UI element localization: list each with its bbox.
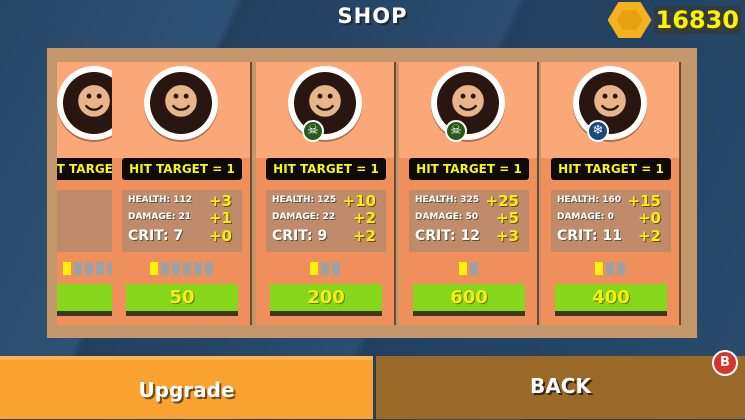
frost-snowflake-icon: ❄	[587, 120, 609, 142]
level-pips	[112, 262, 250, 275]
stat-label: CRIT: 11	[557, 228, 623, 244]
level-pip	[73, 262, 82, 275]
stat-label: DAMAGE: 22	[272, 212, 336, 222]
level-pips	[541, 262, 679, 275]
buy-button[interactable]: 600	[413, 284, 525, 316]
hero-avatar[interactable]: ☻	[144, 66, 218, 140]
level-pip	[149, 262, 158, 275]
hit-target-label: HIT TARGET = 1	[266, 158, 386, 180]
level-pip	[204, 262, 213, 275]
level-pip	[321, 262, 329, 275]
stat-bonus: +15	[627, 192, 661, 210]
hero-avatar[interactable]: ☻	[431, 66, 505, 140]
stat-bonus: +2	[637, 227, 661, 245]
stat-label: DAMAGE: 0	[557, 212, 614, 222]
upgrade-button[interactable]: Upgrade	[0, 356, 373, 419]
level-pip	[458, 262, 467, 275]
hero-card[interactable]: ☻ ❄ HIT TARGET = 1 HEALTH: 160 +15 DAMAGE: …	[541, 62, 681, 325]
level-pip	[595, 262, 603, 275]
hit-target-label: HIT TARGET = 1	[409, 158, 529, 180]
level-pip	[95, 262, 104, 275]
poison-skull-icon: ☠	[302, 120, 324, 142]
hero-avatar[interactable]: ☻	[288, 66, 362, 140]
hero-card[interactable]: ☻ ☠ HIT TARGET = 1 HEALTH: 325 +25 DAMAGE: …	[399, 62, 539, 325]
hero-avatar[interactable]: ☻	[573, 66, 647, 140]
buy-button[interactable]: 50	[126, 284, 238, 316]
level-pip	[160, 262, 169, 275]
level-pip	[171, 262, 180, 275]
stat-bonus: +25	[485, 192, 519, 210]
shop-panel: ☻ HIT TARGET = 1 +2 +0 +1 ☻ HIT TARGET = 1…	[47, 48, 697, 338]
stat-label: HEALTH: 325	[415, 195, 480, 205]
stat-label: DAMAGE: 21	[128, 212, 192, 222]
stat-label: DAMAGE: 50	[415, 212, 479, 222]
stat-bonus: +5	[495, 209, 519, 227]
stat-bonus: +2	[352, 209, 376, 227]
level-pip	[617, 262, 625, 275]
gold-coin-icon	[607, 2, 652, 38]
level-pip	[469, 262, 478, 275]
level-pips	[399, 262, 537, 275]
stat-bonus: +10	[342, 192, 376, 210]
stat-bonus: +0	[208, 227, 232, 245]
stat-bonus: +2	[352, 227, 376, 245]
stats-box: HEALTH: 125 +10 DAMAGE: 22 +2 CRIT: 9 +2	[266, 190, 386, 252]
level-pip	[182, 262, 191, 275]
stat-bonus: +3	[208, 192, 232, 210]
stat-label: HEALTH: 160	[557, 195, 622, 205]
level-pip	[310, 262, 318, 275]
stats-box: HEALTH: 325 +25 DAMAGE: 50 +5 CRIT: 12 +3	[409, 190, 529, 252]
back-button[interactable]: BACK	[376, 356, 745, 419]
hero-card-list[interactable]: ☻ HIT TARGET = 1 +2 +0 +1 ☻ HIT TARGET = 1…	[57, 62, 682, 325]
b-key-hint-icon: B	[712, 350, 738, 376]
hero-card[interactable]: ☻ ☠ HIT TARGET = 1 HEALTH: 125 +10 DAMAGE: …	[256, 62, 396, 325]
hit-target-label: HIT TARGET = 1	[122, 158, 242, 180]
level-pip	[606, 262, 614, 275]
stat-label: CRIT: 9	[272, 228, 328, 244]
level-pip	[62, 262, 71, 275]
level-pips	[256, 262, 394, 275]
hero-portrait-icon: ☻	[150, 72, 212, 134]
level-pip	[84, 262, 93, 275]
stat-bonus: +0	[637, 209, 661, 227]
buy-button[interactable]: 400	[555, 284, 667, 316]
hero-card[interactable]: ☻ HIT TARGET = 1 HEALTH: 112 +3 DAMAGE: 21…	[112, 62, 252, 325]
level-pip	[193, 262, 202, 275]
stat-label: HEALTH: 112	[128, 195, 193, 205]
buy-button[interactable]: 200	[270, 284, 382, 316]
stat-bonus: +3	[495, 227, 519, 245]
stat-label: CRIT: 12	[415, 228, 481, 244]
coin-balance: 16830	[607, 2, 741, 38]
stat-label: HEALTH: 125	[272, 195, 337, 205]
poison-skull-icon: ☠	[445, 120, 467, 142]
stats-box: HEALTH: 160 +15 DAMAGE: 0 +0 CRIT: 11 +2	[551, 190, 671, 252]
stats-box: HEALTH: 112 +3 DAMAGE: 21 +1 CRIT: 7 +0	[122, 190, 242, 252]
coin-count: 16830	[653, 6, 741, 34]
level-pip	[332, 262, 340, 275]
stat-bonus: +1	[208, 209, 232, 227]
stat-label: CRIT: 7	[128, 228, 184, 244]
hit-target-label: HIT TARGET = 1	[551, 158, 671, 180]
